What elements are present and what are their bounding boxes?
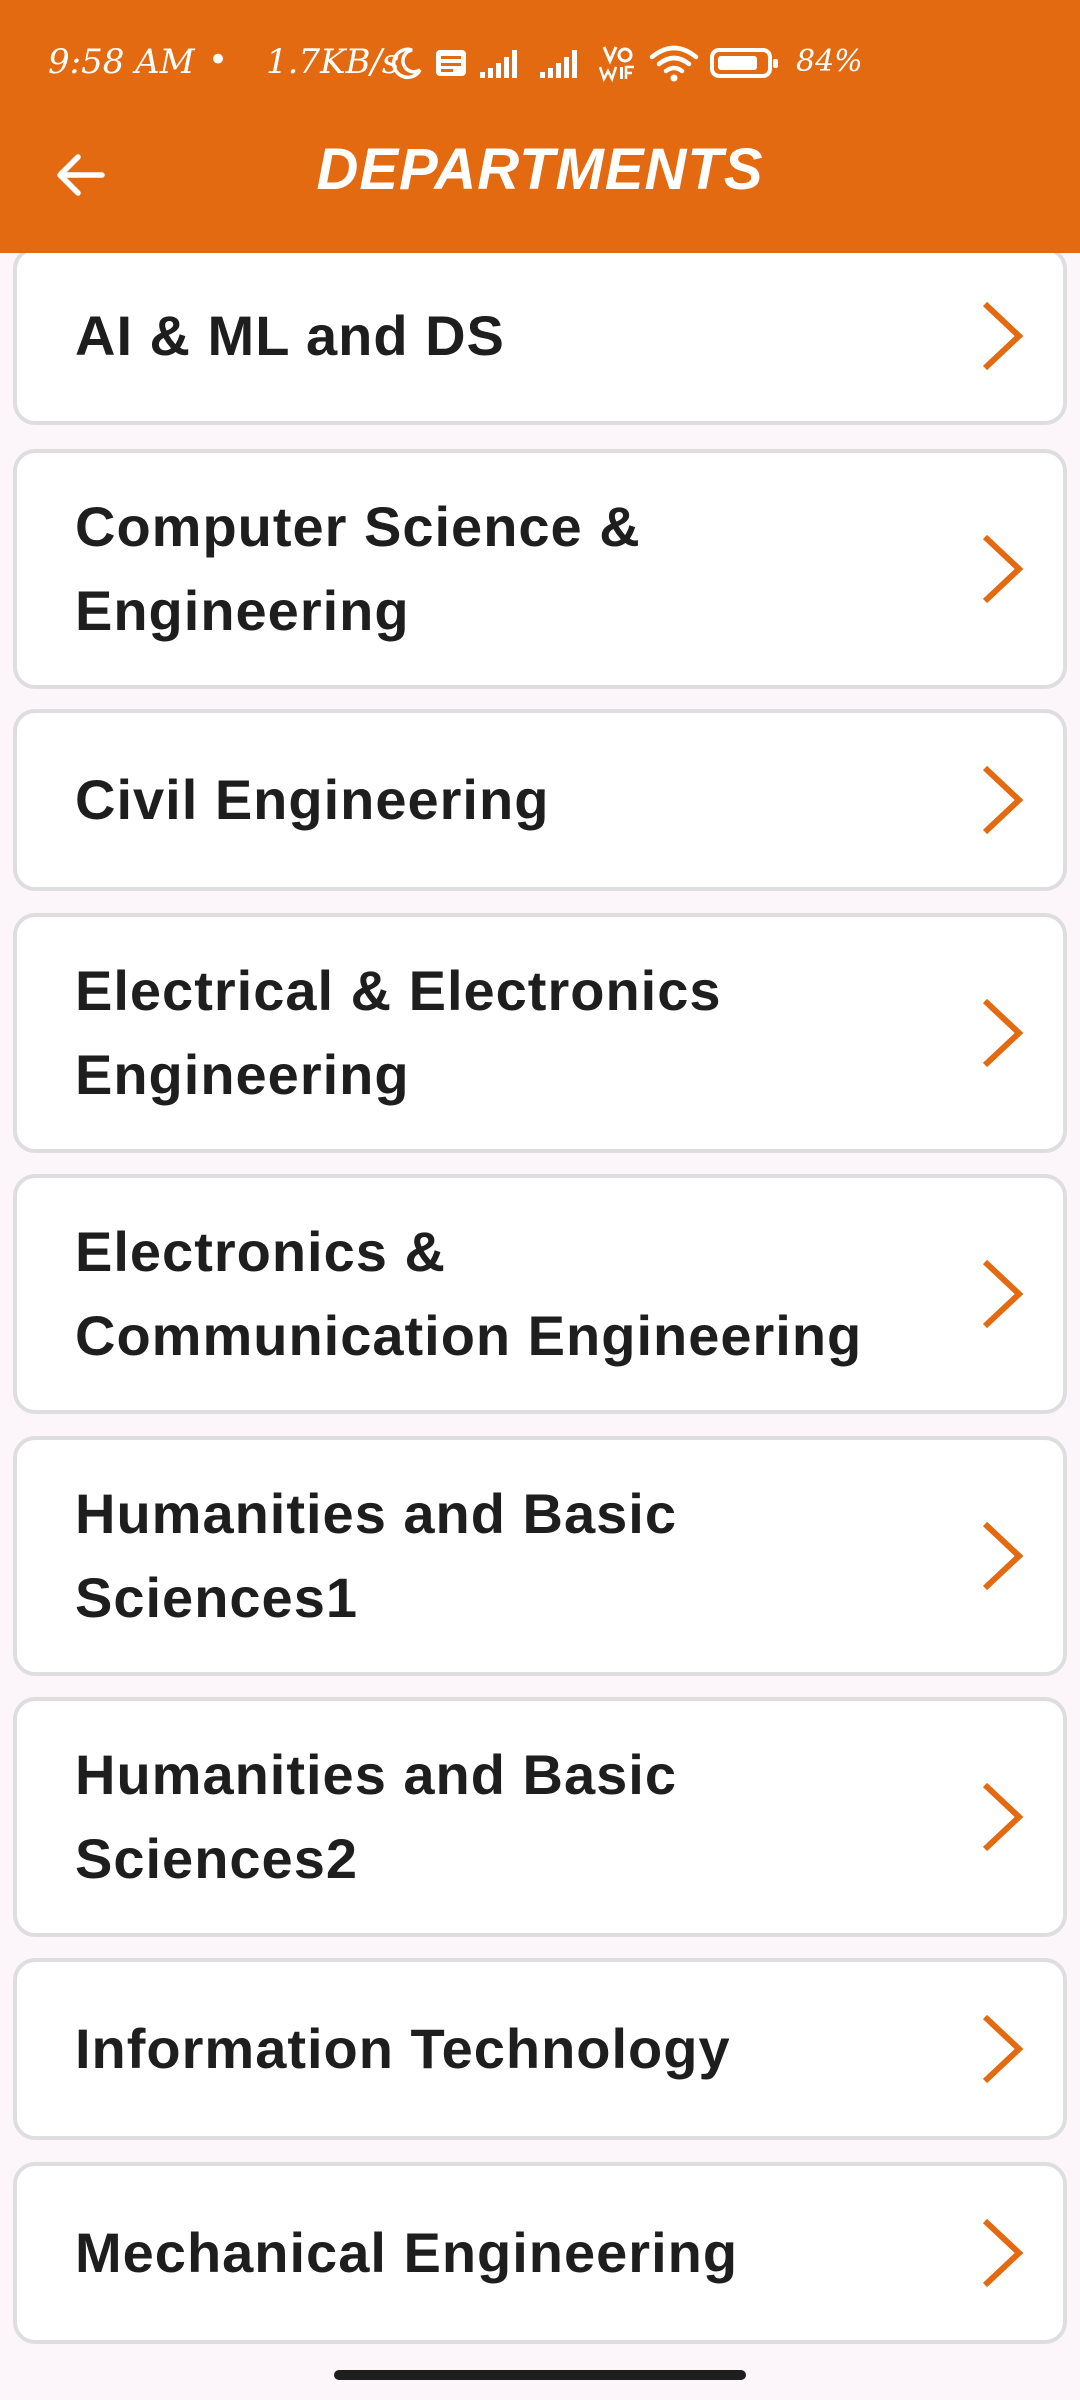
department-label: Information Technology (75, 2017, 731, 2080)
chevron-right-icon (982, 2218, 1024, 2288)
department-item-humanities-2[interactable]: Humanities and Basic Sciences2 (13, 1697, 1067, 1937)
moon-icon (391, 47, 422, 80)
wifi-icon (649, 45, 699, 82)
chevron-right-icon (982, 2014, 1024, 2084)
department-label: Humanities and Basic Sciences2 (75, 1743, 677, 1890)
status-dot: • (208, 40, 229, 80)
battery-percent: 84% (796, 44, 863, 79)
chevron-right-icon (982, 1259, 1024, 1329)
page-title: DEPARTMENTS (316, 137, 764, 202)
signal-icon (480, 50, 517, 78)
signal-icon (540, 50, 577, 78)
department-item-humanities-1[interactable]: Humanities and Basic Sciences1 (13, 1436, 1067, 1676)
vowifi-icon (598, 46, 634, 83)
department-item-civil[interactable]: Civil Engineering (13, 709, 1067, 891)
department-label: Humanities and Basic Sciences1 (75, 1482, 677, 1629)
network-speed: 1.7KB/s (266, 42, 400, 82)
department-item-computer-science[interactable]: Computer Science & Engineering (13, 449, 1067, 689)
battery-icon (710, 48, 778, 78)
status-icons (390, 38, 778, 88)
volte-icon (436, 50, 466, 76)
app-header: 9:58 AM • 1.7KB/s 84% DEPARTMENTS (0, 0, 1080, 253)
department-label: Electronics & Communication Engineering (75, 1220, 863, 1367)
department-item-electrical[interactable]: Electrical & Electronics Engineering (13, 913, 1067, 1153)
status-time: 9:58 AM (48, 42, 195, 82)
chevron-right-icon (982, 1521, 1024, 1591)
department-item-mechanical[interactable]: Mechanical Engineering (13, 2162, 1067, 2344)
chevron-right-icon (982, 301, 1024, 371)
status-bar: 9:58 AM • 1.7KB/s 84% (0, 30, 1080, 100)
department-list: AI & ML and DS Computer Science & Engine… (0, 253, 1080, 2353)
chevron-right-icon (982, 998, 1024, 1068)
department-item-electronics-communication[interactable]: Electronics & Communication Engineering (13, 1174, 1067, 1414)
department-label: Computer Science & Engineering (75, 495, 641, 642)
chevron-right-icon (982, 765, 1024, 835)
department-item-information-technology[interactable]: Information Technology (13, 1958, 1067, 2140)
chevron-right-icon (982, 534, 1024, 604)
department-label: Electrical & Electronics Engineering (75, 959, 722, 1106)
department-label: Civil Engineering (75, 768, 550, 831)
department-item-ai-ml-ds[interactable]: AI & ML and DS (13, 253, 1067, 425)
chevron-right-icon (982, 1782, 1024, 1852)
department-label: AI & ML and DS (75, 304, 505, 367)
department-label: Mechanical Engineering (75, 2221, 739, 2284)
home-indicator[interactable] (334, 2370, 746, 2380)
